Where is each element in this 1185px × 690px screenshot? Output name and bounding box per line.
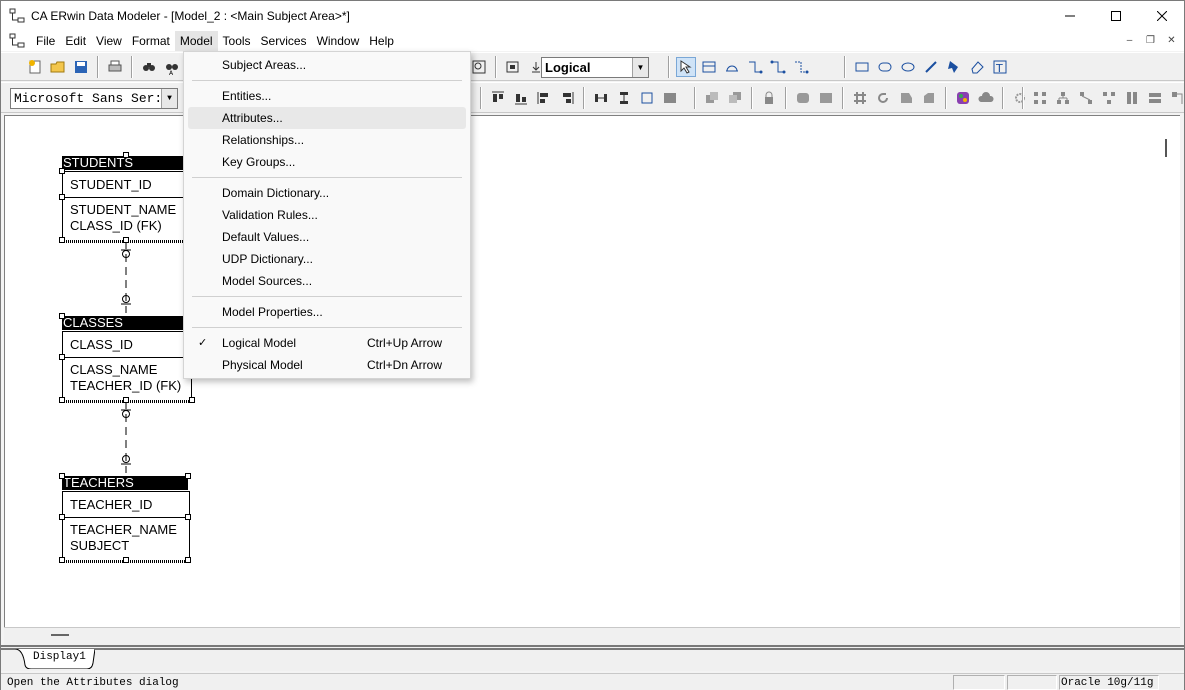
target-database: Oracle 10g/11g xyxy=(1061,677,1154,689)
tab-display1[interactable]: Display1 xyxy=(15,645,95,669)
menu-item-udp-dictionary[interactable]: UDP Dictionary... xyxy=(188,248,466,270)
menu-separator xyxy=(192,177,462,178)
attribute[interactable]: STUDENT_NAME xyxy=(70,202,191,218)
attribute[interactable]: CLASS_NAME xyxy=(70,362,191,378)
primary-key-attribute[interactable]: TEACHER_ID xyxy=(63,492,189,518)
erwin-window: CA ERwin Data Modeler - [Model_2 : <Main… xyxy=(0,0,1185,690)
menu-item-validation-rules[interactable]: Validation Rules... xyxy=(188,204,466,226)
vertical-scrollbar[interactable] xyxy=(1158,117,1178,627)
menu-item-physical-model[interactable]: Physical Model Ctrl+Dn Arrow xyxy=(188,354,466,376)
resize-handle[interactable] xyxy=(123,152,129,158)
scroll-thumb[interactable] xyxy=(51,634,69,636)
resize-handle[interactable] xyxy=(185,557,191,563)
attribute[interactable]: TEACHER_NAME xyxy=(70,522,189,538)
menu-separator xyxy=(192,80,462,81)
tab-strip-line xyxy=(1,645,1184,650)
resize-handle[interactable] xyxy=(59,194,65,200)
primary-key-attribute[interactable]: CLASS_ID xyxy=(63,332,191,358)
shortcut-label: Ctrl+Up Arrow xyxy=(367,336,443,350)
resize-handle[interactable] xyxy=(185,473,191,479)
resize-handle[interactable] xyxy=(59,168,65,174)
attribute[interactable]: TEACHER_ID (FK) xyxy=(70,378,191,394)
resize-handle[interactable] xyxy=(59,313,65,319)
menu-item-entities[interactable]: Entities... xyxy=(188,85,466,107)
entity-name[interactable]: STUDENTS xyxy=(62,156,190,170)
resize-handle[interactable] xyxy=(59,557,65,563)
menu-item-subject-areas[interactable]: Subject Areas... xyxy=(188,54,466,76)
status-panel xyxy=(953,675,1005,690)
attribute-list: CLASS_NAME TEACHER_ID (FK) xyxy=(63,359,191,394)
attribute[interactable]: CLASS_ID (FK) xyxy=(70,218,191,234)
resize-handle[interactable] xyxy=(59,237,65,243)
shortcut-label: Ctrl+Dn Arrow xyxy=(367,358,443,372)
resize-handle[interactable] xyxy=(123,237,129,243)
status-message: Open the Attributes dialog xyxy=(7,677,179,689)
menu-item-default-values[interactable]: Default Values... xyxy=(188,226,466,248)
resize-handle[interactable] xyxy=(123,557,129,563)
model-menu: Subject Areas... Entities... Attributes.… xyxy=(183,51,471,379)
entity-body[interactable]: STUDENT_ID STUDENT_NAME CLASS_ID (FK) xyxy=(62,171,192,241)
resize-handle[interactable] xyxy=(185,514,191,520)
scroll-thumb[interactable] xyxy=(1165,139,1167,157)
menu-item-model-properties[interactable]: Model Properties... xyxy=(188,301,466,323)
primary-key-attribute[interactable]: STUDENT_ID xyxy=(63,172,191,198)
resize-handle[interactable] xyxy=(189,397,195,403)
attribute-list: TEACHER_NAME SUBJECT xyxy=(63,519,189,554)
resize-handle[interactable] xyxy=(59,514,65,520)
attribute[interactable]: SUBJECT xyxy=(70,538,189,554)
menu-separator xyxy=(192,296,462,297)
entity-name[interactable]: TEACHERS xyxy=(62,476,188,490)
checkmark-icon: ✓ xyxy=(198,337,208,349)
resize-handle[interactable] xyxy=(59,397,65,403)
menu-separator xyxy=(192,327,462,328)
entity-name[interactable]: CLASSES xyxy=(62,316,190,330)
menu-item-domain-dictionary[interactable]: Domain Dictionary... xyxy=(188,182,466,204)
resize-handle[interactable] xyxy=(59,473,65,479)
status-panel xyxy=(1007,675,1057,690)
menu-item-model-sources[interactable]: Model Sources... xyxy=(188,270,466,292)
menu-item-logical-model[interactable]: ✓ Logical Model Ctrl+Up Arrow xyxy=(188,332,466,354)
resize-handle[interactable] xyxy=(123,397,129,403)
menu-item-relationships[interactable]: Relationships... xyxy=(188,129,466,151)
entity-body[interactable]: TEACHER_ID TEACHER_NAME SUBJECT xyxy=(62,491,190,561)
resize-handle[interactable] xyxy=(59,354,65,360)
menu-item-key-groups[interactable]: Key Groups... xyxy=(188,151,466,173)
horizontal-scrollbar[interactable] xyxy=(4,627,1180,645)
entity-body[interactable]: CLASS_ID CLASS_NAME TEACHER_ID (FK) xyxy=(62,331,192,401)
attribute-list: STUDENT_NAME CLASS_ID (FK) xyxy=(63,199,191,234)
tab-bar: Display1 xyxy=(1,645,1184,671)
menu-item-attributes[interactable]: Attributes... xyxy=(188,107,466,129)
status-bar: Open the Attributes dialog Oracle 10g/11… xyxy=(1,673,1184,690)
